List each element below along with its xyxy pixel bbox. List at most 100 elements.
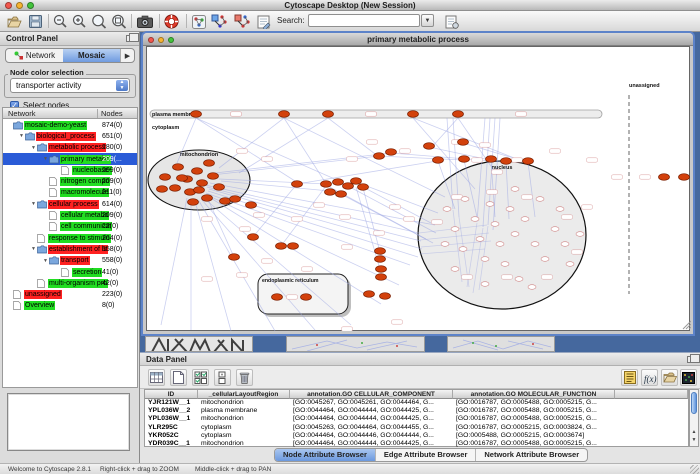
table-cell[interactable]: [GO:0044464, GO:0044446, GO:0044444, G..…	[290, 432, 453, 440]
network-node[interactable]	[323, 111, 334, 118]
network-node[interactable]	[551, 227, 559, 232]
table-cell[interactable]: [GO:0016787, GO:0005488, GO:0005215, G..…	[453, 415, 615, 423]
network-node[interactable]	[343, 183, 354, 190]
tree-expand-icon[interactable]: ▼	[42, 156, 49, 162]
tree-row[interactable]: ▼cellular process614(0)	[3, 199, 137, 210]
table-cell[interactable]: YPL036W__1	[145, 415, 198, 423]
network-frame-titlebar[interactable]: primary metabolic process	[143, 33, 693, 46]
tree-row[interactable]: ▼biological_process651(0)	[3, 131, 137, 142]
network-node[interactable]	[476, 237, 484, 242]
import-attributes-folder-icon[interactable]	[661, 369, 678, 386]
nucleus-region[interactable]	[418, 161, 586, 309]
tree-row[interactable]: ▼transport558(0)	[3, 255, 137, 266]
network-node[interactable]	[556, 207, 564, 212]
node-color-combo[interactable]: transporter activity ▲▼	[10, 78, 130, 93]
tree-row[interactable]: mosaic-demo-yeast874(0)	[3, 120, 137, 131]
delete-attribute-trash-icon[interactable]	[236, 369, 253, 386]
resize-grip[interactable]	[690, 465, 699, 474]
new-attribute-icon[interactable]	[170, 369, 187, 386]
network-node[interactable]	[521, 217, 529, 222]
network-node[interactable]	[386, 149, 397, 156]
search-options-icon[interactable]	[443, 13, 460, 30]
tree-row[interactable]: cellular metabo209(0)	[3, 210, 137, 221]
network-node[interactable]	[336, 191, 347, 198]
network-node[interactable]	[576, 232, 584, 237]
background-window-fragment[interactable]	[145, 336, 253, 352]
network-node[interactable]	[358, 184, 369, 191]
network-node[interactable]	[481, 257, 489, 262]
tab-network[interactable]: Network	[6, 49, 63, 62]
table-cell[interactable]: YDR039C__1	[145, 440, 198, 448]
table-cell[interactable]: cytoplasm	[198, 424, 290, 432]
tab-network-attribute-browser[interactable]: Network Attribute Browser	[476, 449, 587, 461]
network-node[interactable]	[659, 174, 670, 181]
tree-row[interactable]: ▼metabolic process280(0)	[3, 142, 137, 153]
network-node[interactable]	[541, 257, 549, 262]
tree-expand-icon[interactable]: ▼	[30, 145, 37, 151]
network-node[interactable]	[229, 254, 240, 261]
table-cell[interactable]: YLR295C	[145, 424, 198, 432]
zoom-button[interactable]	[27, 2, 34, 9]
network-import-icon[interactable]	[210, 13, 227, 30]
attribute-table-icon[interactable]	[148, 369, 165, 386]
tree-col-network[interactable]: Network	[8, 109, 36, 118]
network-node[interactable]	[376, 274, 387, 281]
tree-row[interactable]: ▼establishment of lo558(0)	[3, 244, 137, 255]
table-cell[interactable]: [GO:0044464, GO:0044444, GO:0044425, G..…	[290, 407, 453, 415]
network-node[interactable]	[208, 173, 219, 180]
zoom-out-icon[interactable]	[52, 13, 69, 30]
tree-row[interactable]: cell communicat22(0)	[3, 221, 137, 232]
network-node[interactable]	[561, 242, 569, 247]
scroll-down-icon[interactable]: ▼	[690, 436, 698, 444]
network-node[interactable]	[443, 207, 451, 212]
network-node[interactable]	[204, 160, 215, 167]
table-cell[interactable]: [GO:0016787, GO:0005215, GO:0003824, G..…	[453, 424, 615, 432]
network-node[interactable]	[459, 156, 470, 163]
network-node[interactable]	[197, 180, 208, 187]
float-panel-icon[interactable]	[126, 35, 134, 42]
network-node[interactable]	[515, 277, 523, 282]
network-canvas[interactable]: plasma membranemitochondrionnucleusendop…	[147, 47, 691, 331]
network-node[interactable]	[536, 197, 544, 202]
network-node[interactable]	[220, 198, 231, 205]
network-node[interactable]	[230, 196, 241, 203]
network-node[interactable]	[248, 234, 259, 241]
network-node[interactable]	[441, 242, 449, 247]
network-node[interactable]	[486, 156, 497, 163]
zoom-in-icon[interactable]	[71, 13, 88, 30]
network-node[interactable]	[157, 186, 168, 193]
table-col-header[interactable]: annotation.GO CELLULAR_COMPONENT	[290, 390, 453, 399]
tree-row[interactable]: unassigned223(0)	[3, 289, 137, 300]
table-cell[interactable]: [GO:0005488, GO:0005215, GO:0003674]	[453, 432, 615, 440]
tree-expand-icon[interactable]: ▼	[18, 133, 25, 139]
network-node[interactable]	[506, 207, 514, 212]
tree-expand-icon[interactable]: ▼	[42, 258, 49, 264]
frame-zoom-button[interactable]	[168, 37, 174, 43]
select-attributes-icon[interactable]	[192, 369, 209, 386]
network-node[interactable]	[364, 291, 375, 298]
network-node[interactable]	[491, 222, 499, 227]
float-panel-icon[interactable]	[687, 356, 695, 363]
network-node[interactable]	[511, 187, 519, 192]
network-node[interactable]	[531, 242, 539, 247]
network-node[interactable]	[486, 202, 494, 207]
network-node[interactable]	[301, 294, 312, 301]
zoom-fit-icon[interactable]	[110, 13, 127, 30]
network-node[interactable]	[272, 294, 283, 301]
table-cell[interactable]: [GO:0016787, GO:0005488, GO:0005215, G..…	[453, 407, 615, 415]
tree-row[interactable]: multi-organism pro42(0)	[3, 278, 137, 289]
background-window-fragment[interactable]	[286, 336, 425, 352]
table-cell[interactable]: [GO:0044464, GO:0044444, GO:0044425, G..…	[290, 440, 453, 448]
network-node[interactable]	[451, 267, 459, 272]
frame-resize-grip[interactable]	[683, 321, 691, 329]
tree-row[interactable]: nitrogen compo209(0)	[3, 176, 137, 187]
table-cell[interactable]: [GO:0016787, GO:0005488, GO:0005215, G..…	[453, 440, 615, 448]
table-cell[interactable]: plasma membrane	[198, 407, 290, 415]
network-node[interactable]	[214, 184, 225, 191]
table-col-header[interactable]: ID	[145, 390, 198, 399]
network-node[interactable]	[177, 175, 188, 182]
network-node[interactable]	[461, 197, 469, 202]
tree-expand-icon[interactable]: ▼	[30, 201, 37, 207]
network-node[interactable]	[501, 158, 512, 165]
network-node[interactable]	[374, 153, 385, 160]
